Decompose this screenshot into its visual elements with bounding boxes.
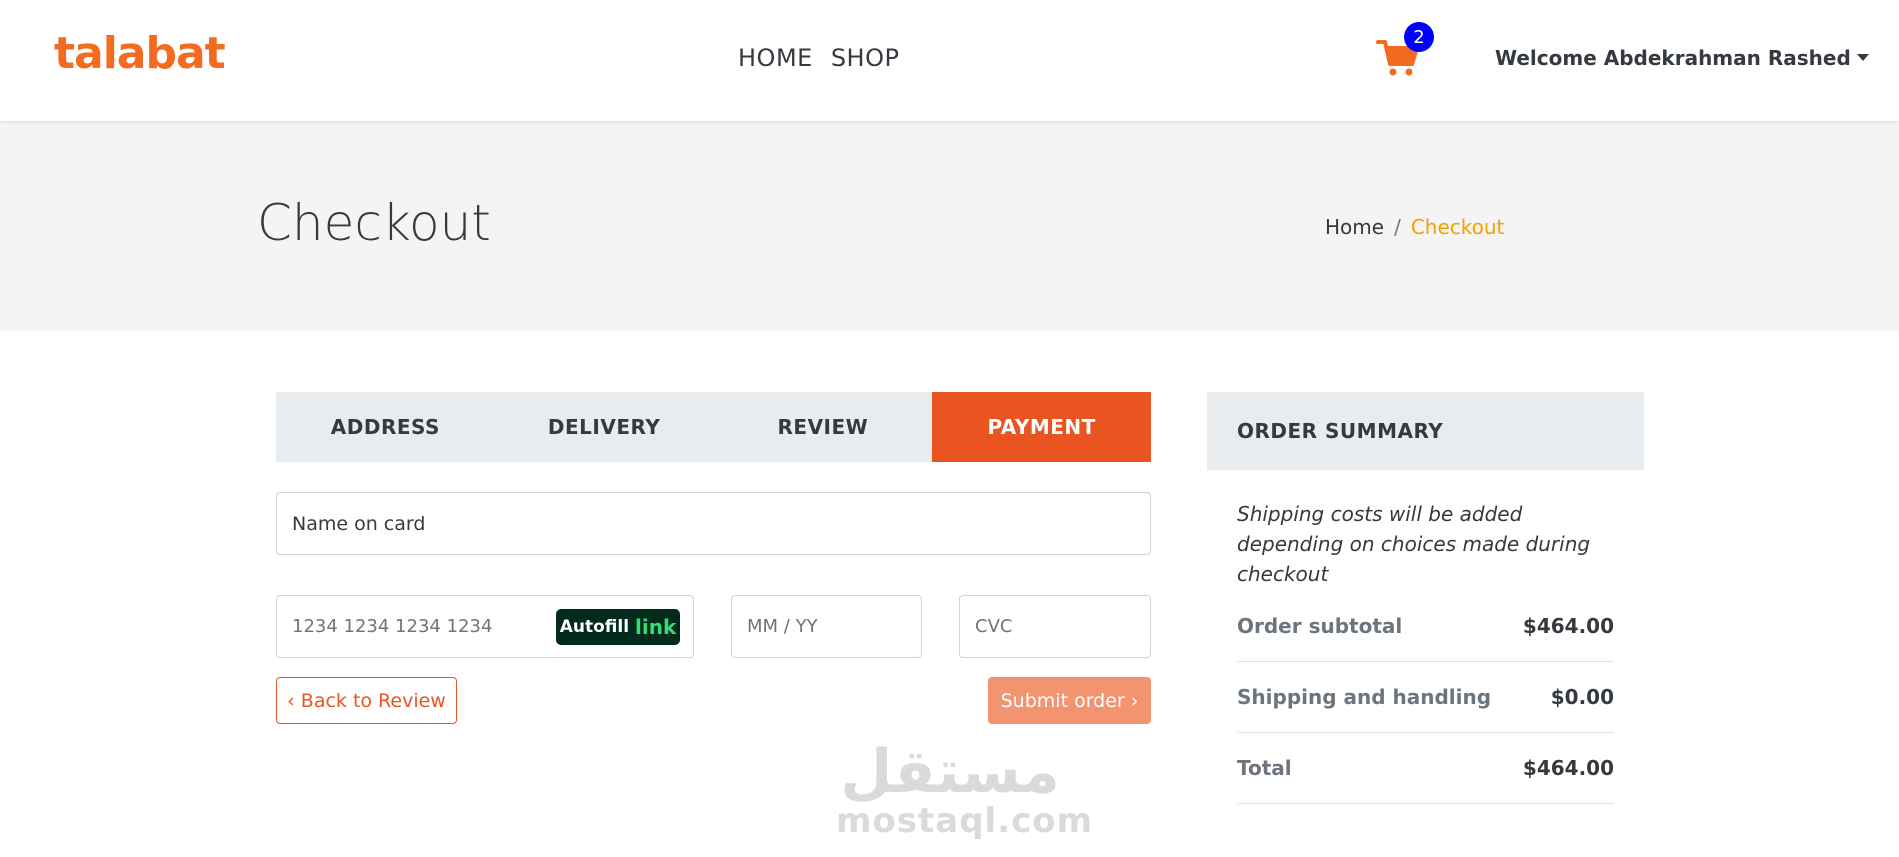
breadcrumb: Home / Checkout [1325, 215, 1504, 239]
summary-row-label: Order subtotal [1237, 613, 1403, 638]
summary-row-value: $0.00 [1550, 684, 1614, 709]
back-to-review-button[interactable]: ‹ Back to Review [276, 677, 457, 724]
submit-order-button[interactable]: Submit order › [988, 677, 1151, 724]
checkout-steps: ADDRESS DELIVERY REVIEW PAYMENT [276, 392, 1151, 462]
page-hero: Checkout Home / Checkout [0, 121, 1899, 331]
cvc-field [959, 595, 1151, 658]
summary-row-label: Total [1237, 755, 1292, 780]
tab-delivery[interactable]: DELIVERY [495, 392, 714, 462]
breadcrumb-home-link[interactable]: Home [1325, 215, 1384, 239]
welcome-text: Welcome Abdekrahman Rashed [1495, 46, 1851, 70]
cvc-input[interactable] [960, 596, 1150, 657]
summary-row-value: $464.00 [1522, 755, 1614, 780]
name-on-card-field [276, 492, 1151, 555]
summary-row-value: $464.00 [1522, 613, 1614, 638]
autofill-link-button[interactable]: Autofill link [556, 609, 680, 645]
link-logo: link [635, 615, 677, 639]
watermark-arabic: مستقل [840, 737, 1060, 807]
summary-row: Shipping and handling $0.00 [1237, 661, 1614, 733]
main-nav: HOME SHOP [738, 44, 899, 72]
tab-review[interactable]: REVIEW [714, 392, 933, 462]
cart-count-badge: 2 [1404, 22, 1434, 52]
breadcrumb-separator: / [1394, 215, 1401, 239]
talabat-logo[interactable]: talabat [54, 28, 226, 79]
card-number-field: Autofill link [276, 595, 694, 658]
expiry-input[interactable] [732, 596, 921, 657]
caret-down-icon [1856, 54, 1869, 61]
breadcrumb-current: Checkout [1410, 215, 1505, 239]
tab-payment[interactable]: PAYMENT [932, 392, 1151, 462]
order-summary-title: ORDER SUMMARY [1207, 392, 1644, 470]
site-header: talabat HOME SHOP 2 Welcome Abdekrahman … [0, 0, 1899, 121]
page-title: Checkout [257, 194, 491, 252]
nav-home-link[interactable]: HOME [738, 44, 813, 72]
autofill-label: Autofill [559, 617, 630, 637]
expiry-field [731, 595, 922, 658]
nav-shop-link[interactable]: SHOP [831, 44, 900, 72]
mostaql-watermark: مستقل mostaql.com [836, 737, 1094, 841]
watermark-latin: mostaql.com [836, 801, 1094, 841]
summary-row: Order subtotal $464.00 [1237, 590, 1614, 662]
name-on-card-input[interactable] [277, 493, 1150, 554]
summary-row: Total $464.00 [1237, 732, 1614, 804]
tab-address[interactable]: ADDRESS [276, 392, 495, 462]
user-menu-toggle[interactable]: Welcome Abdekrahman Rashed [1495, 46, 1869, 70]
shipping-note: Shipping costs will be added depending o… [1237, 502, 1591, 586]
summary-row-label: Shipping and handling [1237, 684, 1492, 709]
